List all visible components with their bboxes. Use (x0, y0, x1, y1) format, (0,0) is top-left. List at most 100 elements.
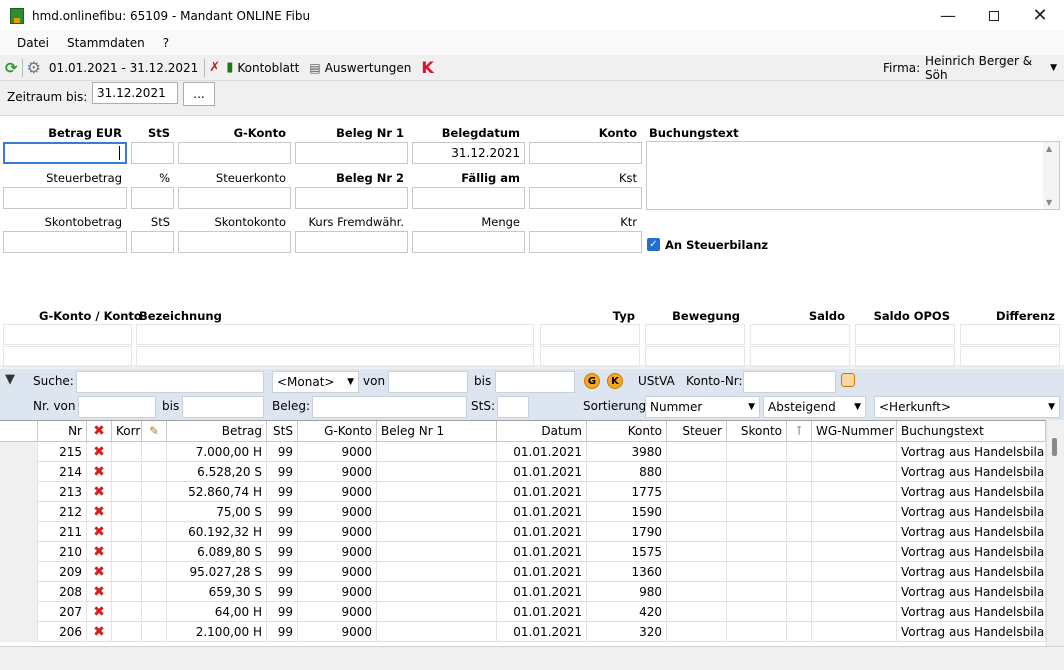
order-select[interactable]: Absteigend ▼ (763, 396, 866, 418)
grid-header-attachment[interactable]: ⊺ (787, 421, 812, 442)
cell-delete[interactable]: ✖ (87, 522, 112, 542)
grid-header-betrag[interactable]: Betrag (167, 421, 267, 442)
delete-row-icon[interactable]: ✖ (93, 624, 105, 640)
table-row[interactable]: 206 ✖ 2.100,00 H 99 9000 01.01.2021 320 Vortrag… (0, 622, 1046, 642)
kontoblatt-button[interactable]: Kontoblatt (237, 57, 299, 79)
grid-header-skonto[interactable]: Skonto (727, 421, 787, 442)
gkonto-input[interactable] (178, 142, 291, 164)
cell-delete[interactable]: ✖ (87, 542, 112, 562)
nrvon-input[interactable] (78, 396, 156, 418)
sts2-input[interactable] (131, 231, 174, 253)
scrollbar-thumb[interactable] (1052, 438, 1057, 456)
grid-header-steuer[interactable]: Steuer (667, 421, 727, 442)
faellig-input[interactable] (412, 187, 525, 209)
kst-input[interactable] (529, 187, 642, 209)
grid-header-edit[interactable]: ✎ (142, 421, 167, 442)
steuerbilanz-checkbox[interactable]: ✓ (647, 238, 660, 251)
menu-help[interactable]: ? (154, 36, 178, 50)
delete-row-icon[interactable]: ✖ (93, 464, 105, 480)
belegnr2-input[interactable] (295, 187, 408, 209)
cell-delete[interactable]: ✖ (87, 562, 112, 582)
delete-row-icon[interactable]: ✖ (93, 544, 105, 560)
cell-delete[interactable]: ✖ (87, 622, 112, 642)
table-row[interactable]: 208 ✖ 659,30 S 99 9000 01.01.2021 980 Vortrag a… (0, 582, 1046, 602)
steuerkonto-input[interactable] (178, 187, 291, 209)
ktr-input[interactable] (529, 231, 642, 253)
delete-row-icon[interactable]: ✖ (93, 444, 105, 460)
maximize-button[interactable] (971, 0, 1017, 31)
menu-stammdaten[interactable]: Stammdaten (58, 36, 154, 50)
scroll-up-icon[interactable]: ▲ (1046, 144, 1052, 153)
prozent-input[interactable] (131, 187, 174, 209)
belegnr1-input[interactable] (295, 142, 408, 164)
grid-header-gkonto[interactable]: G-Konto (298, 421, 377, 442)
grid-header-korr[interactable]: Korr (112, 421, 142, 442)
monat-select[interactable]: <Monat> ▼ (272, 371, 359, 393)
sortierung-select[interactable]: Nummer ▼ (645, 396, 760, 418)
cell-delete[interactable]: ✖ (87, 442, 112, 462)
k-filter-button[interactable]: K (607, 373, 623, 389)
cell-delete[interactable]: ✖ (87, 502, 112, 522)
auswertungen-button[interactable]: Auswertungen (325, 57, 412, 79)
textarea-scrollbar[interactable]: ▲ ▼ (1043, 142, 1059, 209)
g-filter-button[interactable]: G (584, 373, 600, 389)
ustva-button[interactable]: UStVA (638, 374, 675, 388)
sts-input[interactable] (131, 142, 174, 164)
grid-header-datum[interactable]: Datum (497, 421, 587, 442)
refresh-icon[interactable]: ⟳ (5, 57, 18, 79)
delete-row-icon[interactable]: ✖ (93, 504, 105, 520)
table-row[interactable]: 209 ✖ 95.027,28 S 99 9000 01.01.2021 1360 Vortr… (0, 562, 1046, 582)
calendar-icon[interactable] (841, 373, 855, 387)
grid-header-sts[interactable]: StS (267, 421, 298, 442)
betrag-input[interactable] (3, 142, 127, 164)
table-row[interactable]: 214 ✖ 6.528,20 S 99 9000 01.01.2021 880 Vortrag… (0, 462, 1046, 482)
menu-datei[interactable]: Datei (8, 36, 58, 50)
grid-header-wgnummer[interactable]: WG-Nummer (812, 421, 897, 442)
herkunft-select[interactable]: <Herkunft> ▼ (874, 396, 1060, 418)
cell-delete[interactable]: ✖ (87, 482, 112, 502)
scroll-down-icon[interactable]: ▼ (1046, 198, 1052, 207)
grid-header-buchungstext[interactable]: Buchungstext (897, 421, 1046, 442)
cell-delete[interactable]: ✖ (87, 602, 112, 622)
grid-header-delete[interactable]: ✖ (87, 421, 112, 442)
delete-row-icon[interactable]: ✖ (93, 564, 105, 580)
zeitraum-picker-button[interactable]: ... (183, 82, 215, 106)
k-logo-icon[interactable]: K (421, 57, 433, 79)
minimize-button[interactable]: — (925, 0, 971, 31)
von-input[interactable] (388, 371, 468, 393)
konto-input[interactable] (529, 142, 642, 164)
settings-gear-icon[interactable]: ⚙ (27, 57, 41, 79)
skontobetrag-input[interactable] (3, 231, 127, 253)
table-row[interactable]: 211 ✖ 60.192,32 H 99 9000 01.01.2021 1790 Vortr… (0, 522, 1046, 542)
firma-select[interactable]: Heinrich Berger & Söh ▼ (921, 54, 1061, 82)
buchungstext-textarea[interactable]: ▲ ▼ (646, 141, 1060, 210)
delete-booking-icon[interactable]: ✗ (209, 57, 220, 79)
kurs-input[interactable] (295, 231, 408, 253)
delete-row-icon[interactable]: ✖ (93, 524, 105, 540)
cell-delete[interactable]: ✖ (87, 582, 112, 602)
cell-delete[interactable]: ✖ (87, 462, 112, 482)
steuerbetrag-input[interactable] (3, 187, 127, 209)
menge-input[interactable] (412, 231, 525, 253)
belegdatum-input[interactable]: 31.12.2021 (412, 142, 525, 164)
grid-header-nr[interactable]: Nr (38, 421, 87, 442)
grid-scrollbar[interactable] (1046, 420, 1064, 646)
close-window-button[interactable]: ✕ (1017, 0, 1063, 31)
beleg-input[interactable] (312, 396, 467, 418)
grid-header-konto[interactable]: Konto (587, 421, 667, 442)
zeitraum-input[interactable]: 31.12.2021 (92, 82, 178, 104)
period-label[interactable]: 01.01.2021 - 31.12.2021 (49, 57, 198, 79)
bis-input[interactable] (495, 371, 575, 393)
delete-row-icon[interactable]: ✖ (93, 584, 105, 600)
skontokonto-input[interactable] (178, 231, 291, 253)
sts-filter-input[interactable] (497, 396, 529, 418)
filter-funnel-icon[interactable]: ▼ (5, 372, 15, 387)
delete-row-icon[interactable]: ✖ (93, 484, 105, 500)
table-row[interactable]: 213 ✖ 52.860,74 H 99 9000 01.01.2021 1775 Vortr… (0, 482, 1046, 502)
table-row[interactable]: 215 ✖ 7.000,00 H 99 9000 01.01.2021 3980 Vortra… (0, 442, 1046, 462)
delete-row-icon[interactable]: ✖ (93, 604, 105, 620)
table-row[interactable]: 207 ✖ 64,00 H 99 9000 01.01.2021 420 Vortrag au… (0, 602, 1046, 622)
table-row[interactable]: 212 ✖ 75,00 S 99 9000 01.01.2021 1590 Vortrag a… (0, 502, 1046, 522)
kontonr-input[interactable] (743, 371, 836, 393)
suche-input[interactable] (76, 371, 264, 393)
